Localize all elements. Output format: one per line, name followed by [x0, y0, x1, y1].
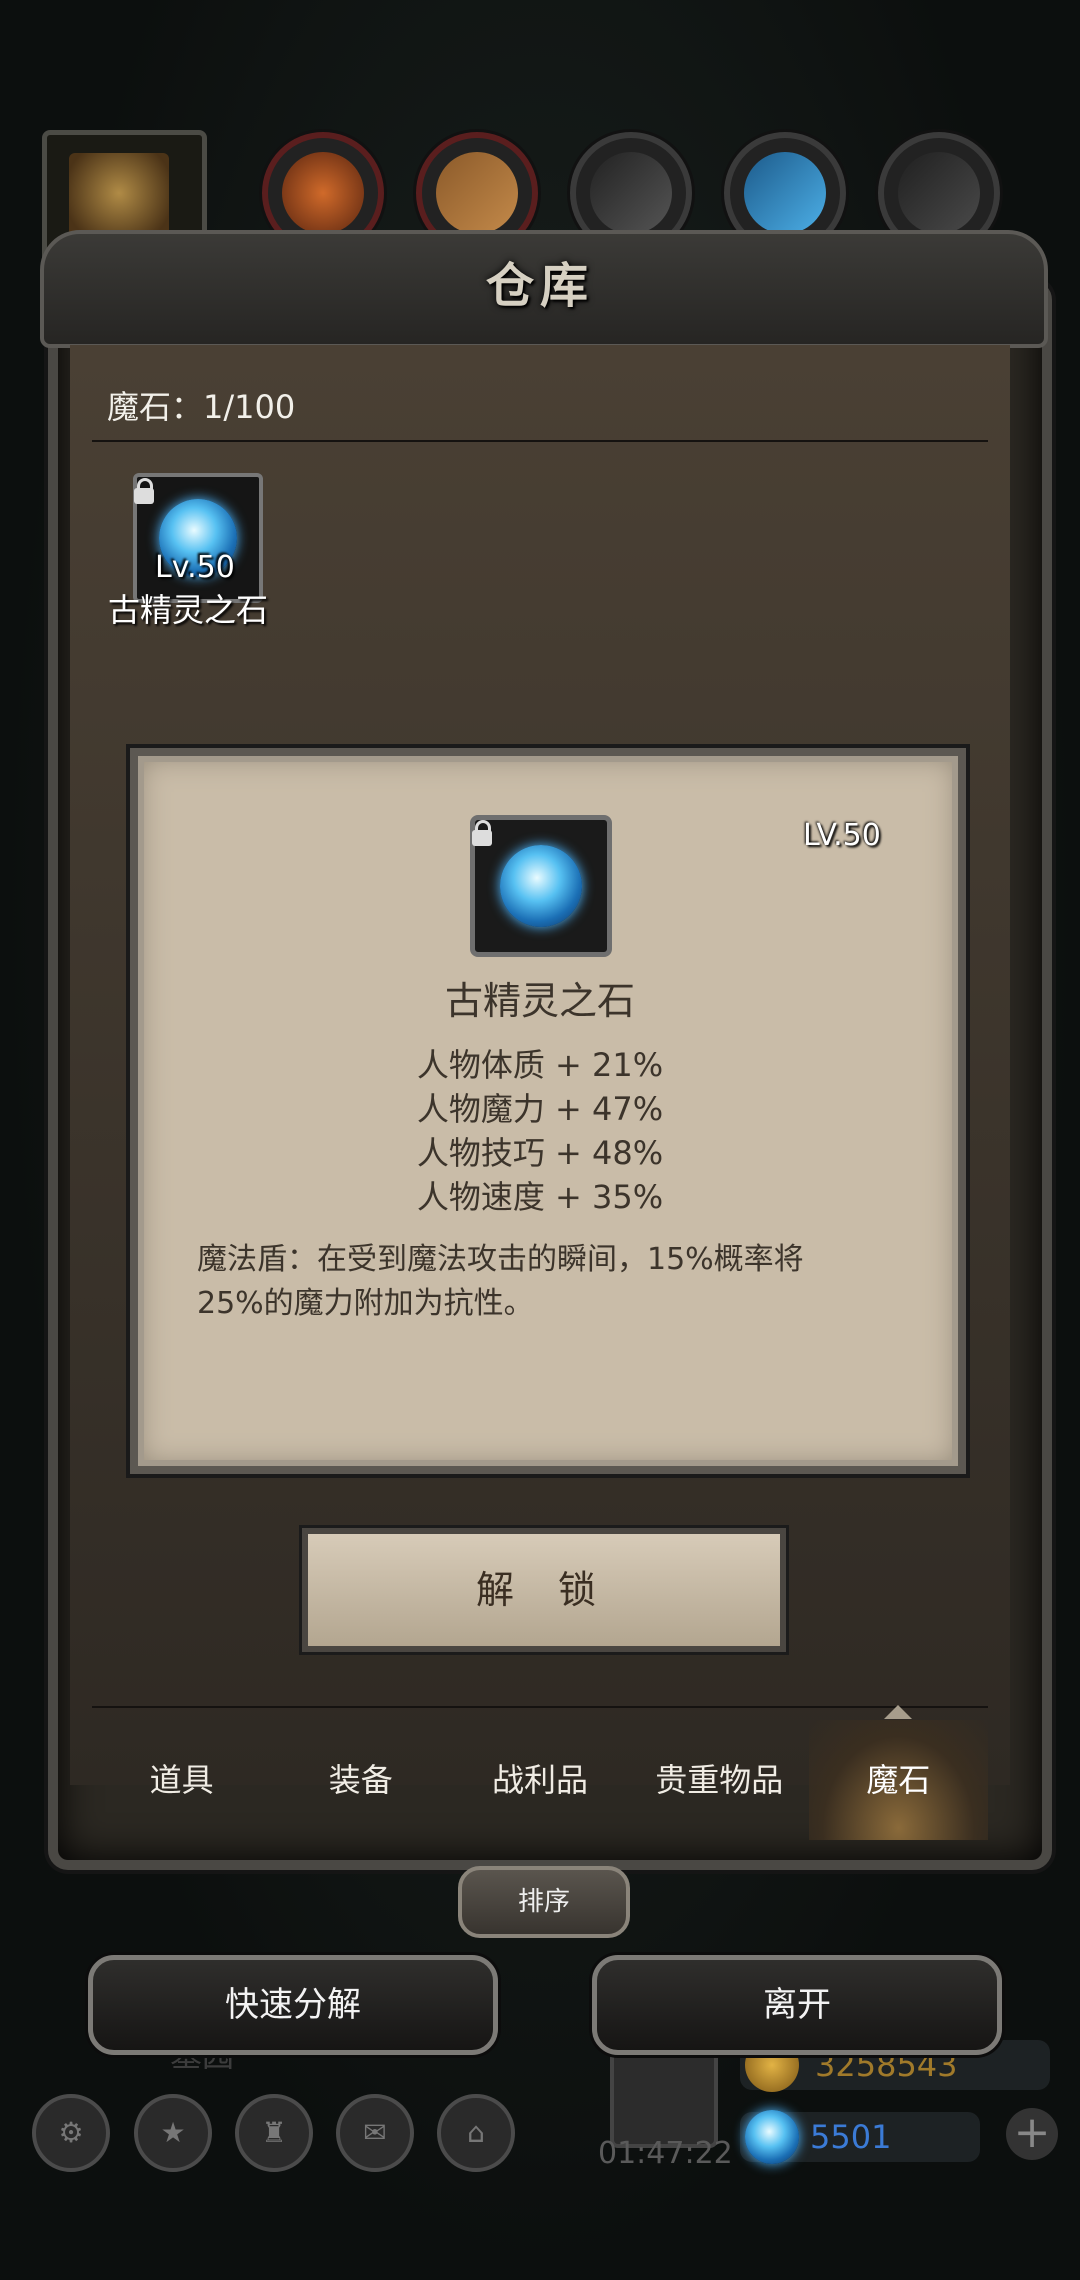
stat-list: 人物体质 + 21% 人物魔力 + 47% 人物技巧 + 48% 人物速度 + …: [0, 1043, 1080, 1219]
stat-line: 人物技巧 + 48%: [416, 1134, 664, 1172]
tab-magic-stones[interactable]: 魔石: [808, 1720, 989, 1840]
wood-plank-icon: [436, 152, 518, 234]
stat-line: 人物速度 + 35%: [416, 1178, 664, 1216]
header-divider: [92, 440, 988, 442]
slot-item-name: 古精灵之石: [108, 591, 269, 629]
orange-bundle-icon: [282, 152, 364, 234]
gift-box-icon[interactable]: [610, 2050, 718, 2148]
gem-amount: 5501: [810, 2118, 892, 2156]
dark-ore-icon: [898, 152, 980, 234]
tab-valuables[interactable]: 贵重物品: [630, 1720, 809, 1840]
tab-items[interactable]: 道具: [92, 1720, 271, 1840]
unlock-label: 解 锁: [475, 1568, 613, 1612]
achievement-star-icon[interactable]: ★: [134, 2094, 212, 2172]
description-line: 25%的魔力附加为抗性。: [197, 1286, 534, 1321]
sort-button[interactable]: 排序: [458, 1866, 630, 1938]
stat-line: 人物魔力 + 47%: [416, 1090, 664, 1128]
tab-equipment[interactable]: 装备: [271, 1720, 450, 1840]
skill-description: 魔法盾：在受到魔法攻击的瞬间，15%概率将 25%的魔力附加为抗性。: [197, 1238, 897, 1326]
detail-item-name: 古精灵之石: [444, 979, 635, 1023]
storage-count: 魔石：1/100: [107, 388, 296, 426]
event-timer: 01:47:22: [598, 2136, 733, 2171]
mail-icon[interactable]: ✉: [336, 2094, 414, 2172]
unlock-button[interactable]: 解 锁: [302, 1528, 786, 1652]
detail-level: LV.50: [803, 818, 881, 853]
add-currency-button[interactable]: +: [1006, 2108, 1058, 2160]
guild-icon[interactable]: ♜: [235, 2094, 313, 2172]
metal-ingot-icon: [590, 152, 672, 234]
slot-level: Lv.50: [155, 550, 235, 585]
lock-icon: [472, 820, 492, 846]
active-tab-indicator: [884, 1705, 912, 1719]
window-title: 仓库: [485, 258, 594, 314]
elf-stone-icon: [500, 845, 582, 927]
stat-line: 人物体质 + 21%: [416, 1046, 664, 1084]
shop-icon[interactable]: ⌂: [437, 2094, 515, 2172]
blue-crystal-icon: [744, 152, 826, 234]
leave-button[interactable]: 离开: [592, 1955, 1002, 2055]
description-line: 魔法盾：在受到魔法攻击的瞬间，15%概率将: [197, 1242, 804, 1277]
settings-gear-icon[interactable]: ⚙: [32, 2094, 110, 2172]
tab-loot[interactable]: 战利品: [450, 1720, 629, 1840]
gem-currency-icon: [745, 2110, 799, 2164]
quick-decompose-button[interactable]: 快速分解: [88, 1955, 498, 2055]
tabs-divider: [92, 1706, 988, 1708]
lock-icon: [134, 478, 154, 504]
storage-tabs: 道具 装备 战利品 贵重物品 魔石: [92, 1720, 989, 1840]
